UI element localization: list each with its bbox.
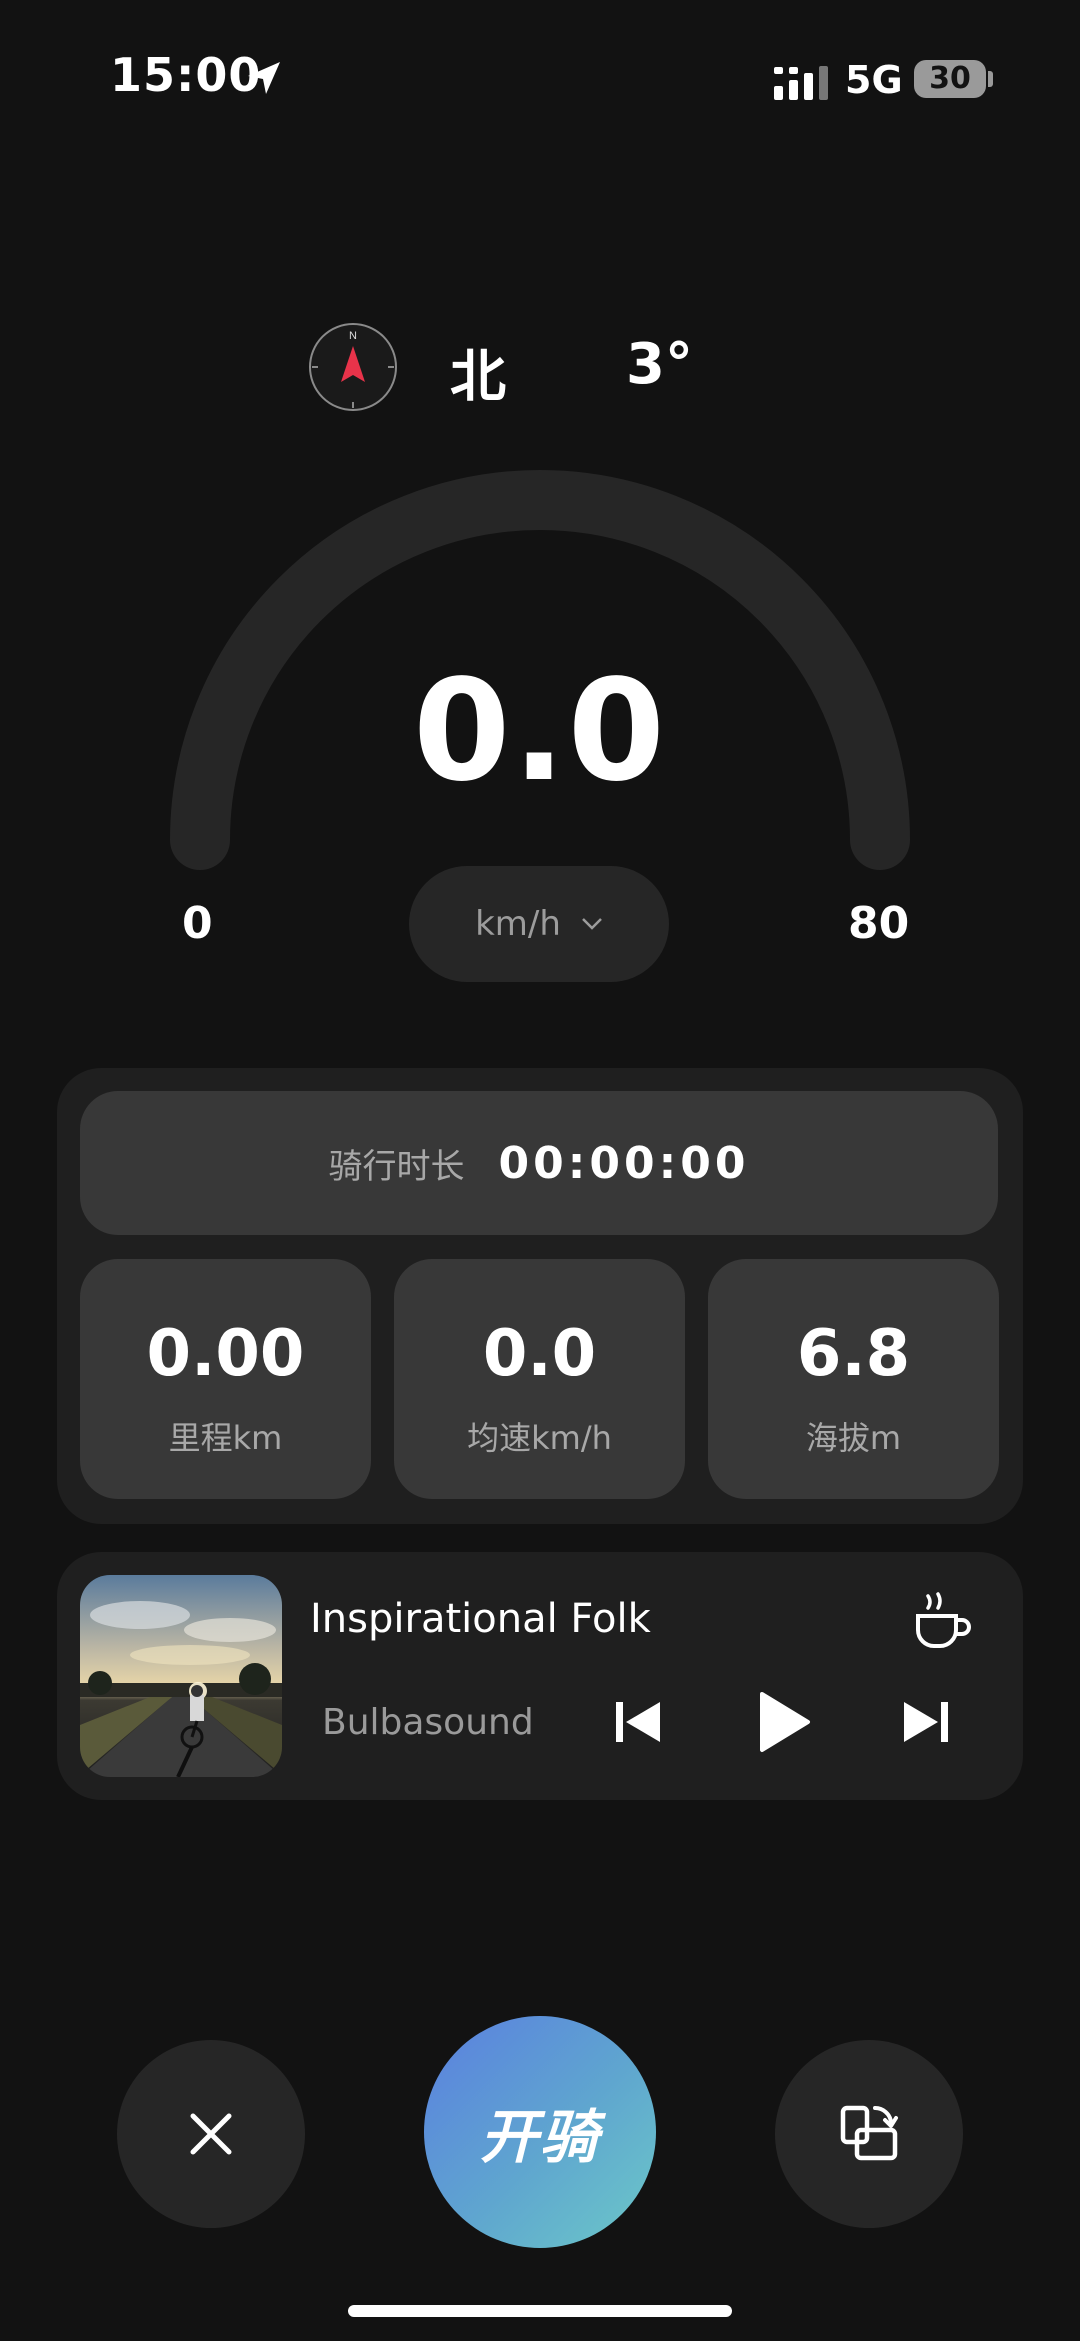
avg-speed-label: 均速km/h xyxy=(467,1419,612,1457)
altitude-label: 海拔m xyxy=(805,1419,902,1457)
speed-unit-label: km/h xyxy=(475,904,561,944)
compass-icon: N xyxy=(309,323,397,411)
home-indicator[interactable] xyxy=(348,2305,732,2317)
stat-card-altitude: 6.8 海拔m xyxy=(708,1259,999,1499)
song-title: Inspirational Folk xyxy=(310,1596,651,1642)
speed-unit-selector[interactable]: km/h xyxy=(409,866,669,982)
song-artist: Bulbasound xyxy=(322,1702,534,1743)
close-icon xyxy=(190,2113,232,2155)
ride-duration-card: 骑行时长 00:00:00 xyxy=(80,1091,998,1235)
switch-screen-button[interactable] xyxy=(775,2040,963,2228)
heading-degrees: 3° xyxy=(626,332,693,397)
coffee-cup-icon[interactable] xyxy=(910,1590,972,1652)
next-track-icon[interactable] xyxy=(900,1696,952,1748)
location-arrow-icon xyxy=(248,62,280,94)
compass-north-letter: N xyxy=(349,330,357,342)
battery-level: 30 xyxy=(929,61,971,96)
start-ride-label: 开骑 xyxy=(479,2103,600,2171)
ride-duration-label: 骑行时长 xyxy=(328,1146,465,1187)
stat-card-distance: 0.00 里程km xyxy=(80,1259,371,1499)
ride-duration-value: 00:00:00 xyxy=(498,1137,750,1189)
chevron-down-icon xyxy=(582,918,602,930)
gauge-max-label: 80 xyxy=(848,898,910,949)
stat-card-avg-speed: 0.0 均速km/h xyxy=(394,1259,685,1499)
signal-strength-icon xyxy=(774,66,828,100)
close-button[interactable] xyxy=(117,2040,305,2228)
screen-switch-icon xyxy=(840,2105,898,2161)
status-time: 15:00 xyxy=(110,48,262,102)
gauge-min-label: 0 xyxy=(182,898,213,949)
start-ride-button[interactable]: 开骑 xyxy=(424,2016,656,2248)
distance-value: 0.00 xyxy=(146,1317,305,1391)
heading-direction: 北 xyxy=(450,345,506,410)
battery-tip xyxy=(988,71,993,87)
distance-label: 里程km xyxy=(168,1419,283,1457)
avg-speed-value: 0.0 xyxy=(482,1317,597,1391)
altitude-value: 6.8 xyxy=(796,1317,911,1391)
play-icon[interactable] xyxy=(756,1690,812,1754)
album-cover-image[interactable] xyxy=(80,1575,282,1777)
battery-icon: 30 xyxy=(914,60,986,98)
current-speed: 0.0 xyxy=(412,650,667,813)
previous-track-icon[interactable] xyxy=(612,1696,664,1748)
network-type: 5G xyxy=(845,58,903,102)
